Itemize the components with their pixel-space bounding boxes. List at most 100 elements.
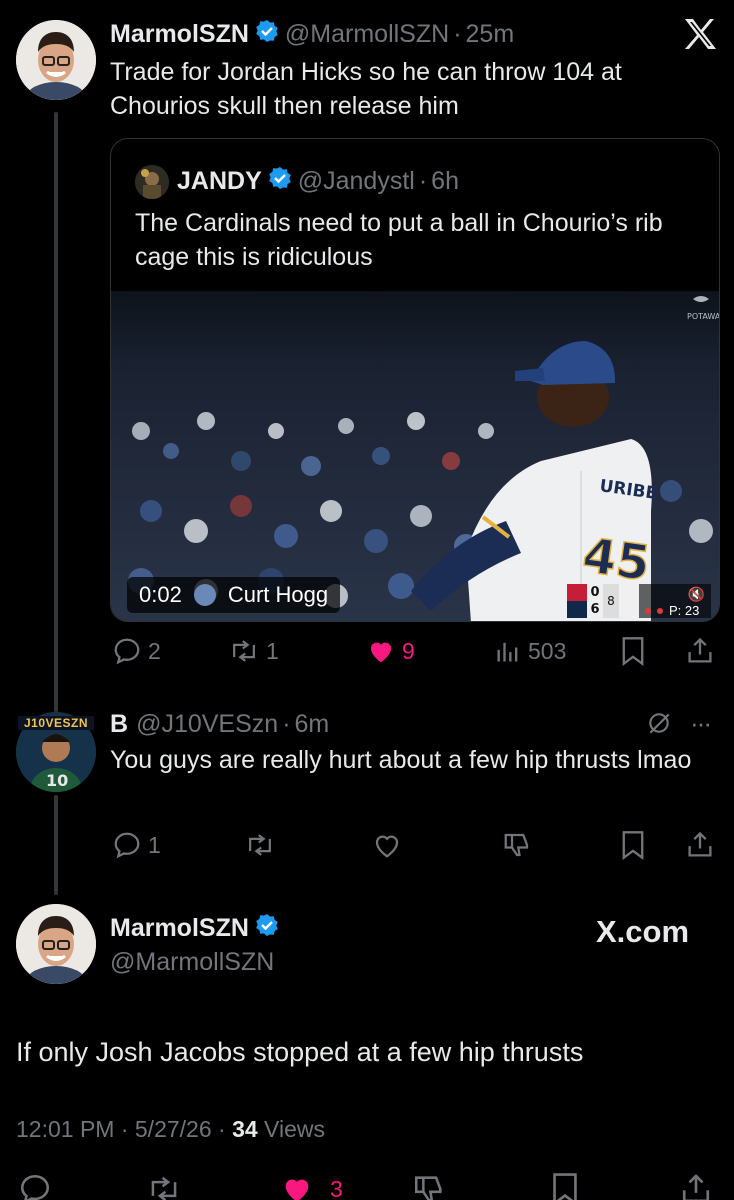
quote-tweet-card[interactable]: JANDY @Jandystl · 6h The Cardinals need … <box>110 138 720 622</box>
x-com-watermark: X.com <box>596 914 690 949</box>
timestamp-date[interactable]: 12:01 PM · 5/27/26 · <box>16 1116 232 1142</box>
separator-dot: · <box>282 709 291 738</box>
reply-icon <box>114 638 140 665</box>
quote-display-name[interactable]: JANDY <box>177 167 262 196</box>
like-count: 3 <box>330 1175 343 1200</box>
like-count: 9 <box>402 637 415 664</box>
share-button[interactable] <box>680 1172 712 1200</box>
repost-icon <box>233 640 255 662</box>
tweet-meta: 12:01 PM · 5/27/26 · 34 Views <box>16 1116 325 1143</box>
thread-line <box>54 795 58 895</box>
svg-text:10: 10 <box>46 771 68 790</box>
share-button[interactable] <box>686 830 714 860</box>
share-icon <box>682 1174 710 1200</box>
bookmark-icon <box>553 1173 577 1200</box>
bookmark-icon <box>622 637 644 666</box>
home-score: 6 <box>590 602 600 617</box>
bookmark-button[interactable] <box>550 1172 580 1200</box>
reply-icon <box>20 1174 50 1200</box>
focused-avatar[interactable] <box>16 904 96 984</box>
repost-count: 1 <box>266 637 279 664</box>
views-label: Views <box>257 1116 325 1142</box>
focused-tweet-header: MarmolSZN <box>110 912 285 944</box>
heart-filled-icon <box>285 1179 309 1200</box>
repost-button[interactable]: 1 <box>228 636 279 666</box>
scorebug-extra: 🔇 P: 23 <box>639 584 711 618</box>
handle[interactable]: @J10VESzn <box>136 710 278 739</box>
reply-avatar-banner: J10VESZN <box>18 716 94 730</box>
handle[interactable]: @MarmollSZN <box>285 20 449 49</box>
thumbs-down-icon <box>414 1176 442 1200</box>
share-icon <box>688 831 712 857</box>
video-timestamp-pill: 0:02 Curt Hogg <box>127 577 341 613</box>
x-logo-icon[interactable] <box>683 18 717 50</box>
team-logo-icon <box>567 584 587 601</box>
reply-button[interactable]: 1 <box>112 830 161 860</box>
timestamp[interactable]: 25m <box>466 20 515 49</box>
reply-count: 1 <box>148 831 161 858</box>
display-name[interactable]: MarmolSZN <box>110 20 249 49</box>
heart-icon <box>375 835 399 858</box>
share-icon <box>688 637 712 663</box>
creator-avatar-icon <box>193 584 216 606</box>
views-count: 503 <box>528 637 567 664</box>
repost-icon <box>151 1176 177 1200</box>
bookmark-icon <box>622 831 644 860</box>
pitch-count: P: 23 <box>669 603 700 618</box>
team-logo-icon <box>567 601 587 618</box>
focused-tweet-text: If only Josh Jacobs stopped at a few hip… <box>16 1037 584 1067</box>
like-button[interactable]: 9 <box>366 636 415 666</box>
main-tweet-header: MarmolSZN @MarmollSZN · 25m <box>110 18 514 50</box>
heart-filled-icon <box>370 642 392 663</box>
repost-icon <box>249 834 271 856</box>
display-name[interactable]: B <box>110 710 128 739</box>
reply-tweet-header: B @J10VESzn · 6m <box>110 708 329 740</box>
video-frame: URIBE 45 POTAWATOMI <box>111 291 719 621</box>
reply-button[interactable] <box>18 1172 52 1200</box>
quote-handle[interactable]: @Jandystl <box>298 167 415 196</box>
thumbs-down-icon <box>504 833 529 857</box>
inning: 8 <box>607 594 615 608</box>
quote-timestamp[interactable]: 6h <box>431 167 459 196</box>
quote-text: The Cardinals need to put a ball in Chou… <box>135 209 663 271</box>
quote-header: JANDY @Jandystl · 6h <box>177 165 459 197</box>
like-button[interactable]: 3 <box>280 1172 343 1200</box>
video-time: 0:02 <box>139 582 182 607</box>
mute-icon[interactable]: 🔇 <box>688 586 705 603</box>
separator-dot: · <box>453 19 462 48</box>
reply-icon <box>114 832 140 859</box>
dislike-button[interactable] <box>412 1172 446 1200</box>
handle[interactable]: @MarmollSZN <box>110 948 274 977</box>
sponsor-text: POTAWATOMI <box>687 312 719 321</box>
verified-badge-icon <box>255 19 279 50</box>
views-button[interactable]: 503 <box>494 636 566 666</box>
views-count: 34 <box>232 1116 258 1142</box>
avatar[interactable] <box>16 20 96 100</box>
tweet-text: Trade for Jordan Hicks so he can throw 1… <box>110 58 622 120</box>
reply-text: You guys are really hurt about a few hip… <box>110 746 692 774</box>
away-score: 0 <box>590 585 600 600</box>
verified-badge-icon <box>255 913 279 944</box>
quote-avatar[interactable] <box>135 165 169 199</box>
repost-button[interactable] <box>146 1172 182 1200</box>
scorebug: 0 6 8 <box>567 584 639 618</box>
timestamp[interactable]: 6m <box>295 710 330 739</box>
bookmark-button[interactable] <box>620 830 646 860</box>
reply-button[interactable]: 2 <box>112 636 161 666</box>
display-name[interactable]: MarmolSZN <box>110 914 249 943</box>
repost-button[interactable] <box>244 830 276 860</box>
more-icon[interactable]: ··· <box>690 708 712 739</box>
verified-badge-icon <box>268 166 292 197</box>
dislike-button[interactable] <box>502 830 532 860</box>
analytics-icon <box>497 642 518 662</box>
separator-dot: · <box>418 166 428 195</box>
thread-line <box>54 112 58 712</box>
like-button[interactable] <box>372 830 402 860</box>
grok-icon[interactable] <box>646 710 672 741</box>
video-player[interactable]: URIBE 45 POTAWATOMI 0:02 Curt Hogg 0 6 <box>111 291 719 621</box>
reply-count: 2 <box>148 637 161 664</box>
jersey-number: 45 <box>579 527 653 592</box>
bookmark-button[interactable] <box>620 636 646 666</box>
share-button[interactable] <box>686 636 714 666</box>
video-credit[interactable]: Curt Hogg <box>228 582 328 608</box>
